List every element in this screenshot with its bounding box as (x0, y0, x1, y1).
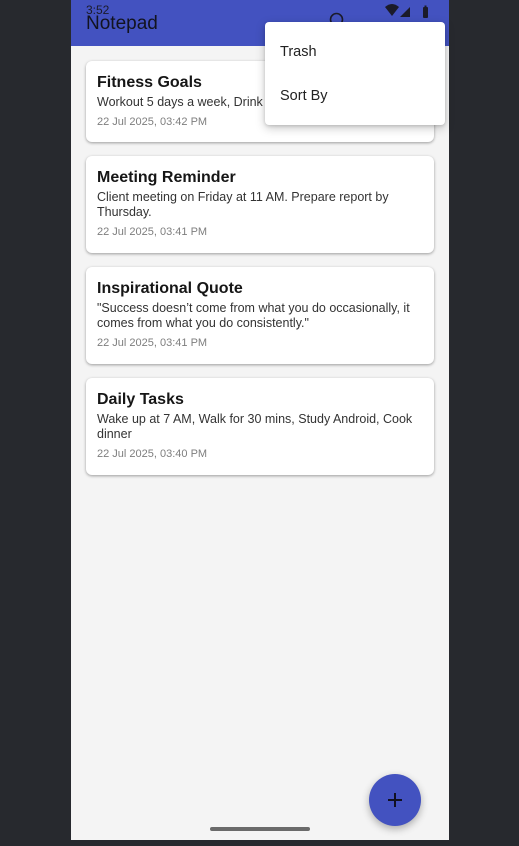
app-title: Notepad (86, 13, 158, 34)
note-date: 22 Jul 2025, 03:40 PM (97, 448, 208, 460)
note-card[interactable]: Daily Tasks Wake up at 7 AM, Walk for 30… (86, 378, 434, 475)
add-note-button[interactable] (369, 774, 421, 826)
overflow-menu: Trash Sort By (265, 22, 445, 125)
plus-icon (388, 793, 402, 807)
app-screen: 3:52 Notepad Fitness Goals Workout 5 day… (71, 0, 449, 840)
note-title: Meeting Reminder (97, 169, 236, 186)
note-body: Client meeting on Friday at 11 AM. Prepa… (97, 190, 389, 219)
wifi-icon (385, 4, 399, 16)
note-card[interactable]: Inspirational Quote "Success doesn’t com… (86, 267, 434, 364)
note-body: Wake up at 7 AM, Walk for 30 mins, Study… (97, 412, 413, 441)
signal-icon (400, 7, 410, 17)
note-card[interactable]: Meeting Reminder Client meeting on Frida… (86, 156, 434, 253)
note-date: 22 Jul 2025, 03:41 PM (97, 226, 208, 238)
menu-item-trash[interactable]: Trash (280, 44, 317, 60)
note-date: 22 Jul 2025, 03:41 PM (97, 337, 208, 349)
note-title: Inspirational Quote (97, 280, 243, 297)
note-title: Daily Tasks (97, 391, 184, 408)
battery-icon (423, 5, 428, 18)
note-body: "Success doesn’t come from what you do o… (97, 301, 410, 330)
status-icons (383, 3, 435, 19)
menu-item-sort-by[interactable]: Sort By (280, 88, 328, 104)
gesture-home-bar[interactable] (210, 827, 310, 831)
